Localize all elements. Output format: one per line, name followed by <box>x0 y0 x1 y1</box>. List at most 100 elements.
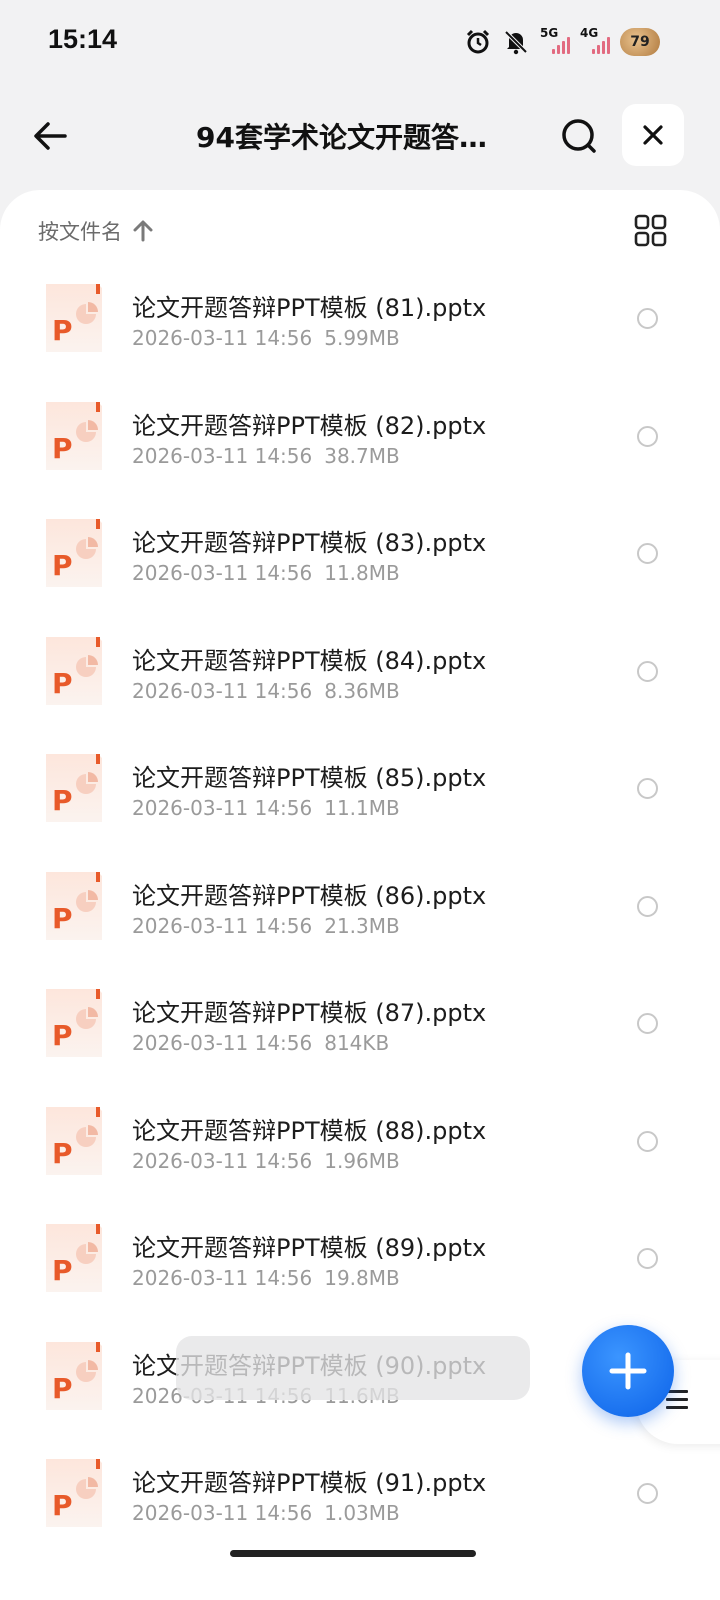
pptx-file-icon: P <box>42 1340 104 1412</box>
file-meta: 2026-03-11 14:56 5.99MB <box>132 326 400 350</box>
alarm-icon <box>464 28 492 56</box>
search-button[interactable] <box>557 114 601 158</box>
file-icon-letter: P <box>52 1137 73 1170</box>
toast <box>176 1336 530 1400</box>
file-date: 2026-03-11 14:56 <box>132 913 313 938</box>
status-icons: 5G 4G 79 <box>464 22 660 62</box>
file-name: 论文开题答辩PPT模板 (84).pptx <box>132 646 487 675</box>
file-icon-letter: P <box>52 784 73 817</box>
file-name: 论文开题答辩PPT模板 (91).pptx <box>132 1469 487 1497</box>
select-radio[interactable] <box>637 778 658 799</box>
signal-4g-icon: 4G <box>580 26 610 58</box>
file-name: 论文开题答辩PPT模板 (86).pptx <box>132 881 487 910</box>
select-radio[interactable] <box>637 308 658 329</box>
status-bar: 15:14 5G 4G 79 <box>0 0 720 84</box>
file-meta: 2026-03-11 14:56 8.36MB <box>132 679 400 703</box>
file-row[interactable]: P 论文开题答辩PPT模板 (85).pptx 2026-03-11 14:56 11… <box>0 744 720 862</box>
close-button[interactable] <box>622 104 684 166</box>
file-meta: 2026-03-11 14:56 1.96MB <box>132 1149 400 1173</box>
file-name: 论文开题答辩PPT模板 (88).pptx <box>132 1116 487 1145</box>
pptx-file-icon: P <box>42 282 104 354</box>
file-size: 21.3MB <box>324 913 400 938</box>
pptx-file-icon: P <box>42 635 104 707</box>
select-radio[interactable] <box>637 543 658 564</box>
file-meta: 2026-03-11 14:56 11.1MB <box>132 796 400 820</box>
file-row[interactable]: P 论文开题答辩PPT模板 (87).pptx 2026-03-11 14:56 81… <box>0 979 720 1097</box>
file-size: 814KB <box>324 1031 390 1055</box>
pptx-file-icon: P <box>42 1222 104 1294</box>
file-meta: 2026-03-11 14:56 19.8MB <box>132 1266 400 1290</box>
file-size: 5.99MB <box>324 326 400 350</box>
sort-control[interactable]: 按文件名 <box>38 216 154 246</box>
file-row[interactable]: P 论文开题答辩PPT模板 (86).pptx 2026-03-11 14:56 21… <box>0 862 720 980</box>
pptx-file-icon: P <box>42 400 104 472</box>
pptx-file-icon: P <box>42 517 104 589</box>
page-title: 94套学术论文开题答… <box>196 121 487 154</box>
add-button[interactable] <box>582 1325 674 1417</box>
back-button[interactable] <box>28 114 72 158</box>
file-row[interactable]: P 论文开题答辩PPT模板 (81).pptx 2026-03-11 14:56 5.… <box>0 274 720 392</box>
file-row[interactable]: P 论文开题答辩PPT模板 (89).pptx 2026-03-11 14:56 19… <box>0 1214 720 1332</box>
battery-icon: 79 <box>620 28 660 56</box>
file-date: 2026-03-11 14:56 <box>132 1031 313 1055</box>
file-icon-letter: P <box>52 432 73 465</box>
file-icon-letter: P <box>52 1019 73 1052</box>
file-date: 2026-03-11 14:56 <box>132 443 313 468</box>
arrow-left-icon <box>34 122 67 150</box>
file-size: 1.03MB <box>324 1501 400 1525</box>
select-radio[interactable] <box>637 895 658 917</box>
pptx-file-icon: P <box>42 987 104 1059</box>
search-icon <box>562 119 596 153</box>
file-meta: 2026-03-11 14:56 21.3MB <box>132 914 400 938</box>
file-size: 19.8MB <box>324 1266 400 1290</box>
file-size: 8.36MB <box>324 678 400 703</box>
file-date: 2026-03-11 14:56 <box>132 561 313 585</box>
sort-label: 按文件名 <box>38 220 122 244</box>
file-icon-letter: P <box>52 902 73 935</box>
file-date: 2026-03-11 14:56 <box>132 1148 313 1173</box>
home-indicator[interactable] <box>230 1550 476 1557</box>
file-icon-letter: P <box>52 549 73 582</box>
file-icon-letter: P <box>52 1489 73 1522</box>
file-name: 论文开题答辩PPT模板 (87).pptx <box>132 999 487 1027</box>
file-meta: 2026-03-11 14:56 38.7MB <box>132 444 400 468</box>
select-radio[interactable] <box>637 1130 658 1152</box>
file-date: 2026-03-11 14:56 <box>132 796 313 820</box>
file-meta: 2026-03-11 14:56 11.8MB <box>132 561 400 585</box>
plus-icon <box>609 1352 647 1390</box>
file-row[interactable]: P 论文开题答辩PPT模板 (91).pptx 2026-03-11 14:56 1.… <box>0 1449 720 1567</box>
file-date: 2026-03-11 14:56 <box>132 1501 313 1525</box>
menu-icon <box>666 1390 688 1414</box>
select-radio[interactable] <box>637 1013 658 1034</box>
pptx-file-icon: P <box>42 870 104 942</box>
file-row[interactable]: P 论文开题答辩PPT模板 (84).pptx 2026-03-11 14:56 8.… <box>0 627 720 745</box>
file-name: 论文开题答辩PPT模板 (85).pptx <box>132 764 487 792</box>
view-toggle-button[interactable] <box>634 214 668 248</box>
file-icon-letter: P <box>52 1372 73 1405</box>
file-row[interactable]: P 论文开题答辩PPT模板 (83).pptx 2026-03-11 14:56 11… <box>0 509 720 627</box>
file-meta: 2026-03-11 14:56 814KB <box>132 1031 389 1055</box>
select-radio[interactable] <box>637 1248 658 1269</box>
select-radio[interactable] <box>637 425 658 447</box>
file-row[interactable]: P 论文开题答辩PPT模板 (88).pptx 2026-03-11 14:56 1.… <box>0 1097 720 1215</box>
arrow-up-icon <box>133 220 153 242</box>
select-radio[interactable] <box>637 1483 658 1504</box>
file-size: 1.96MB <box>324 1148 400 1173</box>
file-size: 11.1MB <box>324 796 400 820</box>
status-time: 15:14 <box>48 24 118 54</box>
file-size: 11.8MB <box>324 561 400 585</box>
file-date: 2026-03-11 14:56 <box>132 678 313 703</box>
file-name: 论文开题答辩PPT模板 (82).pptx <box>132 411 487 440</box>
file-meta: 2026-03-11 14:56 1.03MB <box>132 1501 400 1525</box>
header: 94套学术论文开题答… <box>0 96 720 176</box>
grid-view-icon <box>634 214 667 247</box>
file-name: 论文开题答辩PPT模板 (81).pptx <box>132 294 487 322</box>
file-icon-letter: P <box>52 1254 73 1287</box>
file-name: 论文开题答辩PPT模板 (83).pptx <box>132 529 487 557</box>
select-radio[interactable] <box>637 660 658 682</box>
file-icon-letter: P <box>52 667 73 700</box>
pptx-file-icon: P <box>42 1457 104 1529</box>
file-row[interactable]: P 论文开题答辩PPT模板 (82).pptx 2026-03-11 14:56 38… <box>0 392 720 510</box>
file-date: 2026-03-11 14:56 <box>132 1266 313 1290</box>
file-date: 2026-03-11 14:56 <box>132 326 313 350</box>
